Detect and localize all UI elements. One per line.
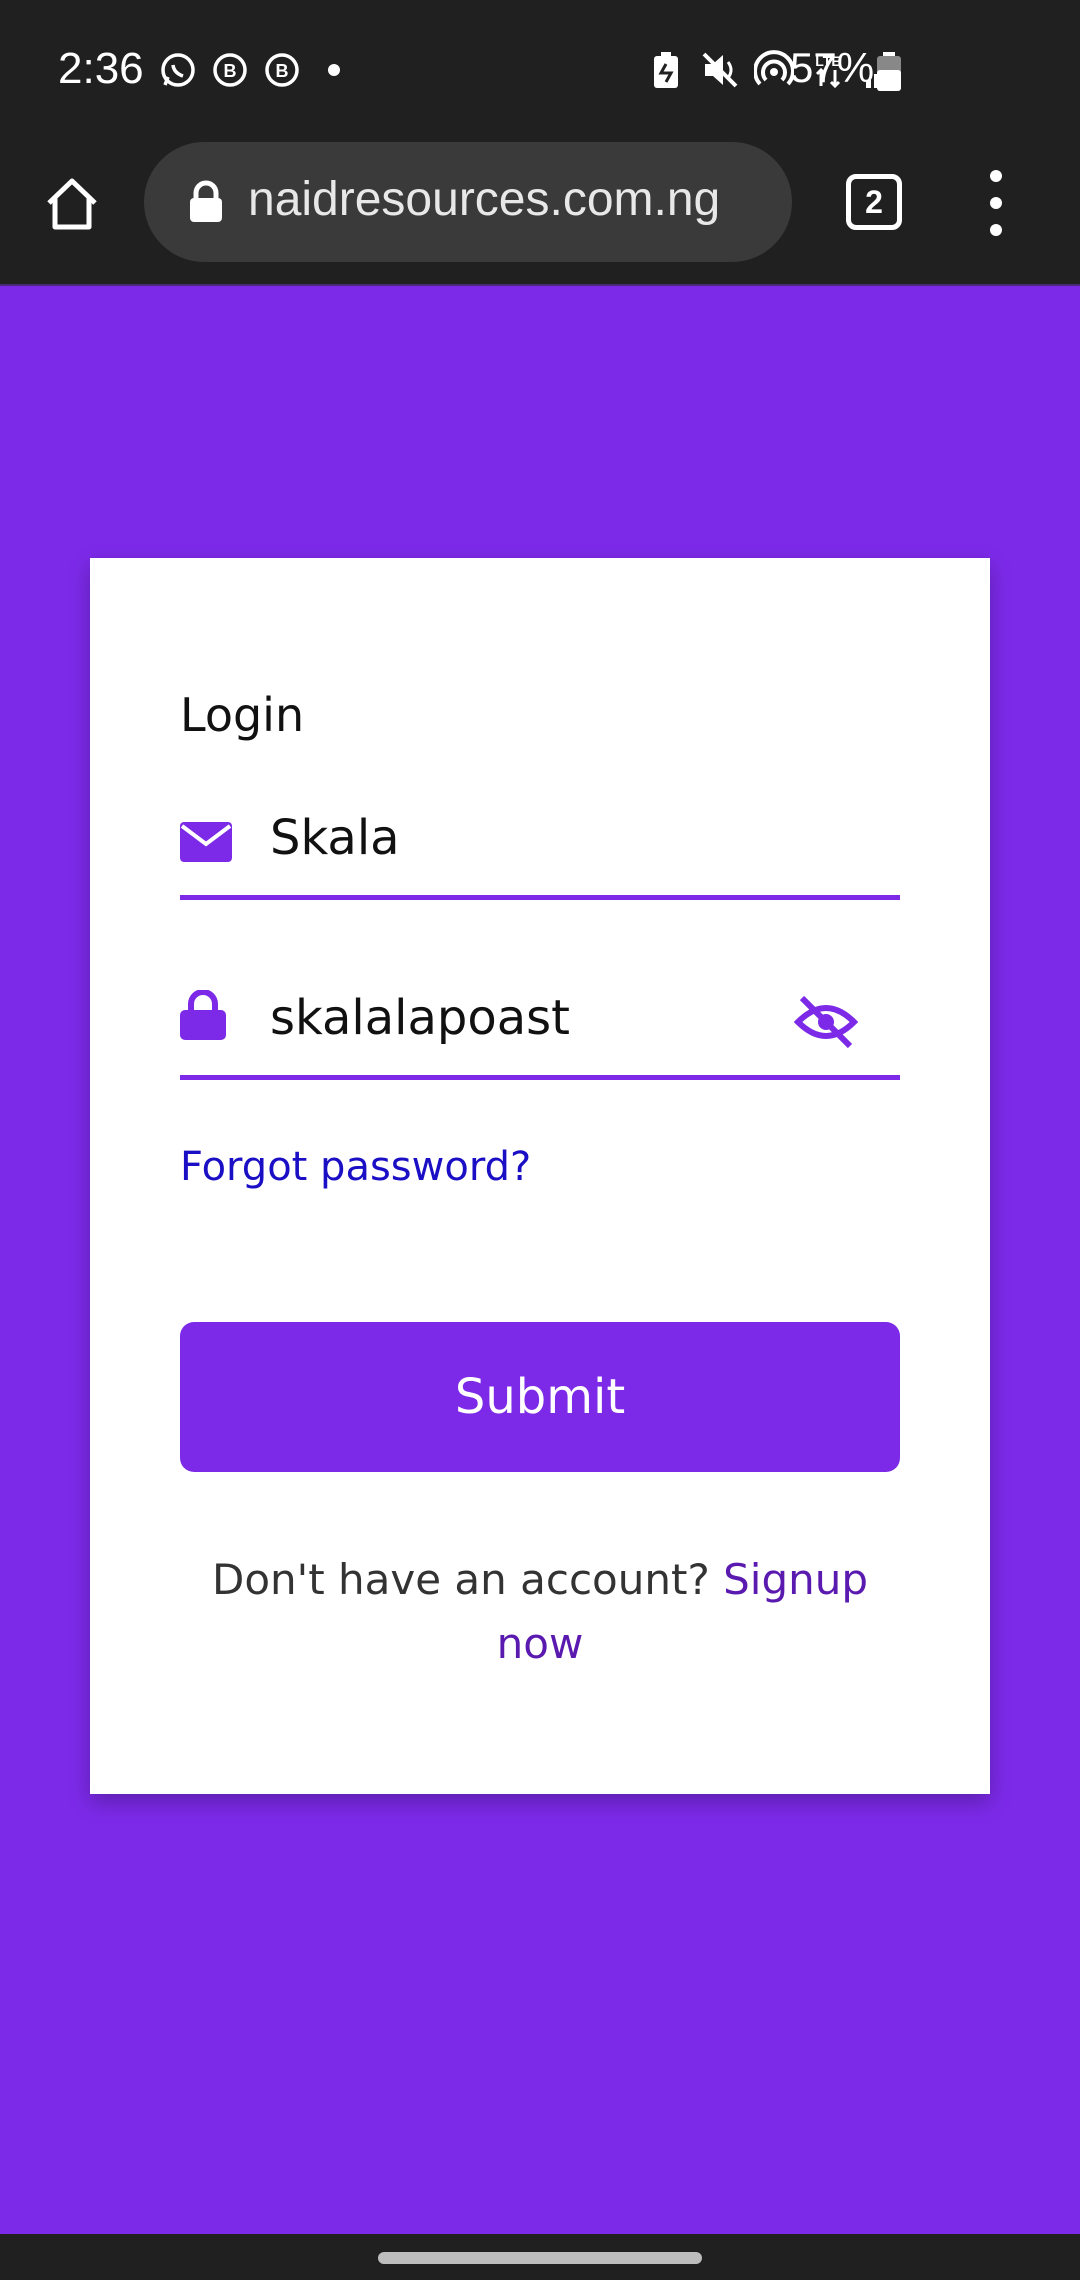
browser-toolbar: naidresources.com.ng 2 bbox=[0, 140, 1080, 286]
menu-dot bbox=[990, 170, 1002, 182]
submit-button[interactable]: Submit bbox=[180, 1322, 900, 1472]
menu-dot bbox=[990, 224, 1002, 236]
address-bar[interactable]: naidresources.com.ng bbox=[144, 142, 792, 262]
lock-icon bbox=[190, 180, 222, 222]
battery-icon bbox=[877, 52, 901, 91]
eye-slash-icon[interactable] bbox=[794, 994, 858, 1050]
b-badge-icon: B bbox=[262, 50, 302, 90]
login-title: Login bbox=[180, 688, 305, 742]
login-card: Login Forgot password? Submit Don't have… bbox=[90, 558, 990, 1794]
home-icon bbox=[47, 178, 97, 230]
more-notifications-dot bbox=[328, 64, 340, 76]
status-time: 2:36 bbox=[58, 44, 144, 93]
notification-icons: B B bbox=[158, 50, 340, 90]
system-navigation-bar bbox=[0, 2234, 1080, 2280]
tab-switcher-button[interactable]: 2 bbox=[846, 174, 902, 230]
forgot-password-link[interactable]: Forgot password? bbox=[180, 1144, 531, 1190]
svg-text:B: B bbox=[276, 61, 289, 81]
signup-prompt: Don't have an account? Signup now bbox=[180, 1548, 900, 1676]
gesture-handle[interactable] bbox=[378, 2252, 702, 2264]
mute-icon bbox=[700, 50, 740, 90]
menu-dot bbox=[990, 197, 1002, 209]
battery-saver-icon bbox=[646, 50, 686, 90]
url-text[interactable]: naidresources.com.ng bbox=[248, 172, 778, 227]
signup-prompt-text: Don't have an account? bbox=[212, 1555, 724, 1604]
svg-text:B: B bbox=[224, 61, 237, 81]
b-badge-icon: B bbox=[210, 50, 250, 90]
envelope-icon bbox=[180, 822, 232, 862]
battery-percent: 57% bbox=[790, 44, 875, 91]
email-field bbox=[180, 770, 900, 900]
whatsapp-icon bbox=[158, 50, 198, 90]
home-button[interactable] bbox=[40, 172, 104, 236]
hotspot-icon bbox=[754, 50, 794, 90]
password-input[interactable] bbox=[270, 990, 770, 1046]
password-field bbox=[180, 950, 900, 1080]
status-bar: 2:36 B B LTE 57% bbox=[0, 0, 1080, 140]
padlock-icon bbox=[180, 990, 226, 1040]
overflow-menu-button[interactable] bbox=[974, 170, 1018, 236]
email-input[interactable] bbox=[270, 810, 770, 866]
